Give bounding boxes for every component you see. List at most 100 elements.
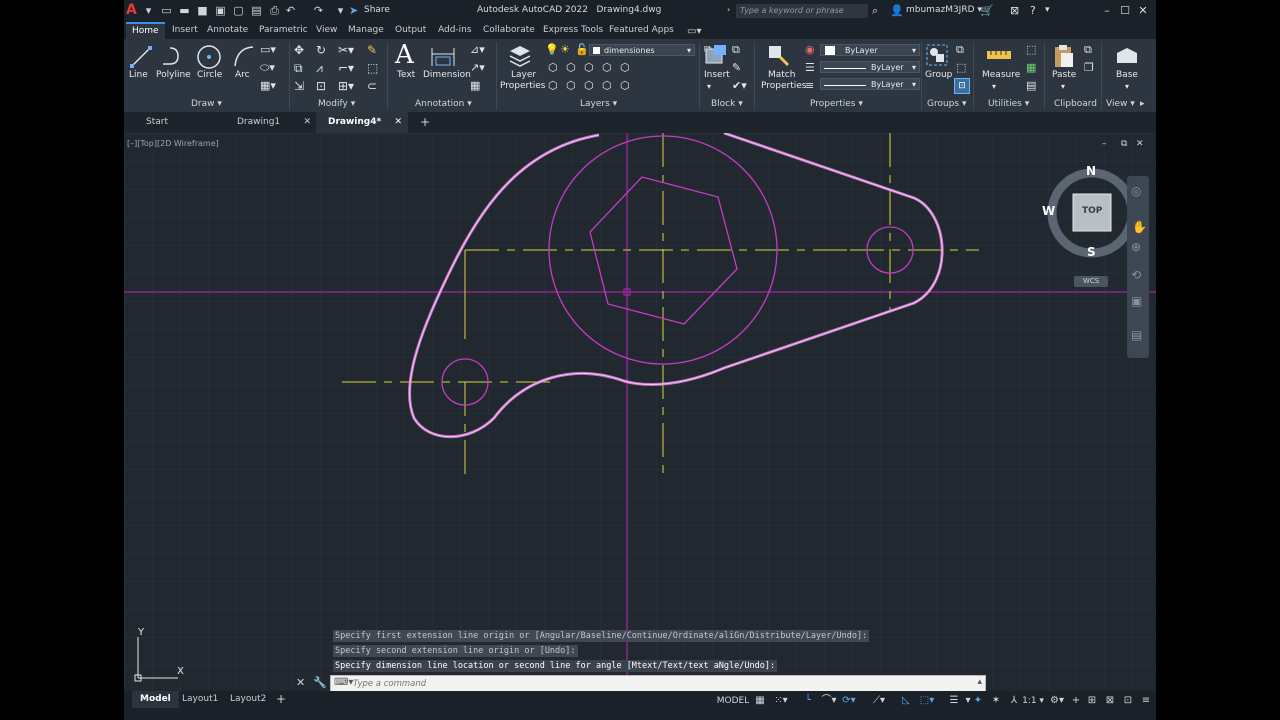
mirror-icon[interactable]: ⩘ [316,61,323,76]
polyline-button[interactable]: Polyline [156,70,191,80]
close-icon[interactable]: ✕ [1135,3,1151,19]
scale-icon[interactable]: ⊡ [316,79,326,93]
color-wheel-icon[interactable]: ◉ [805,43,815,56]
tab-express-tools[interactable]: Express Tools [537,22,609,39]
undo-icon[interactable]: ↶ [284,4,297,17]
file-tab-drawing1[interactable]: Drawing1 ✕ [225,112,317,133]
measure-button[interactable]: Measure [982,70,1020,80]
search-icon[interactable]: ⌕ [872,4,878,18]
cart-icon[interactable]: 🛒 [980,4,994,17]
tab-output[interactable]: Output [389,22,432,39]
quick-properties-icon[interactable]: ⊠ [1102,693,1118,709]
stretch-icon[interactable]: ⇲ [294,79,304,93]
help-chevron-icon[interactable]: ▾ [1045,5,1050,15]
workspace-gear-icon[interactable]: ⚙▾ [1046,693,1068,709]
object-snap-icon[interactable]: ◺ [898,693,914,709]
selection-cycling-icon[interactable]: ⬚▾ [916,693,938,709]
ortho-icon[interactable]: └ [800,693,816,709]
command-close-icon[interactable]: ✕ [296,676,305,689]
wcs-menu[interactable]: WCS [1074,276,1108,287]
layer-tool-9-icon[interactable]: ⬡ [602,79,612,92]
redo-icon[interactable]: ↷ [312,4,325,17]
utilities-panel-label[interactable]: Utilities ▾ [988,98,1029,110]
annotation-panel-label[interactable]: Annotation ▾ [415,98,472,110]
group-edit-icon[interactable]: ⬚ [956,61,966,74]
cut-icon[interactable]: ⧉ [1084,43,1092,57]
save-icon[interactable]: ■ [196,4,209,17]
navbar-options-icon[interactable]: ▤ [1131,328,1142,342]
autocad-logo-icon[interactable]: A [126,2,140,19]
search-input[interactable]: Type a keyword or phrase [736,4,868,18]
linetype-dropdown[interactable]: ByLayer ▾ [820,61,920,73]
annotation-scale-value[interactable]: 1:1 ▾ [1020,693,1046,709]
status-menu-icon[interactable]: ≡ [1138,693,1154,709]
a360-icon[interactable]: ⊠ [1010,4,1019,17]
arc-button[interactable]: Arc [235,70,250,80]
quick-select-icon[interactable]: ⬚ [1026,43,1036,56]
layer-properties-label-1[interactable]: Layer [511,70,536,80]
tab-insert[interactable]: Insert [166,22,204,39]
copy-clip-icon[interactable]: ❐ [1084,61,1094,74]
multileader-icon[interactable]: ↗▾ [470,61,485,74]
offset-icon[interactable]: ⊂ [367,79,377,93]
compass-west[interactable]: W [1042,204,1055,218]
rectangle-icon[interactable]: ▭▾ [260,43,276,56]
ribbon-minimize-icon[interactable]: ▭▾ [687,26,701,37]
layer-dropdown[interactable]: dimensiones ▾ [589,44,695,56]
layout-tab-model[interactable]: Model [132,691,179,708]
line-button[interactable]: Line [129,70,148,80]
measure-chevron-icon[interactable]: ▾ [992,82,996,91]
group-select-icon[interactable]: ⊡ [954,78,970,94]
tab-collaborate[interactable]: Collaborate [477,22,541,39]
model-space-toggle[interactable]: MODEL [716,693,750,709]
osnap-tracking-icon[interactable]: ⟳▾ [838,693,860,709]
layer-on-icon[interactable]: 💡 [545,43,559,56]
layer-properties-label-2[interactable]: Properties [500,81,545,91]
trim-icon[interactable]: ✂▾ [338,43,354,57]
zoom-extents-icon[interactable]: ⊕ [1131,240,1141,254]
layer-unlock-icon[interactable]: 🔓 [575,43,589,56]
layer-tool-10-icon[interactable]: ⬡ [620,79,630,92]
autoscale-icon[interactable]: ✶ [988,693,1004,709]
properties-panel-label[interactable]: Properties ▾ [810,98,863,110]
tab-parametric[interactable]: Parametric [253,22,314,39]
viewcube-top-face[interactable]: TOP [1082,206,1102,216]
annotation-visibility-icon[interactable]: ✦ [970,693,986,709]
clipboard-panel-label[interactable]: Clipboard [1054,98,1097,110]
command-input[interactable] [353,677,953,690]
erase-icon[interactable]: ✎ [367,43,377,57]
viewport-close-icon[interactable]: ✕ [1136,139,1144,149]
circle-button[interactable]: Circle [197,70,222,80]
pan-icon[interactable]: ✋ [1132,220,1147,234]
color-dropdown[interactable]: ByLayer ▾ [820,44,920,56]
new-tab-icon[interactable]: + [420,115,430,129]
viewport-controls[interactable]: [–][Top][2D Wireframe] [127,139,219,148]
compass-north[interactable]: N [1086,164,1096,178]
layer-tool-1-icon[interactable]: ⬡ [548,61,558,74]
draw-panel-label[interactable]: Draw ▾ [191,98,222,110]
tab-view[interactable]: View [310,22,343,39]
explode-icon[interactable]: ⬚ [367,61,378,75]
group-button[interactable]: Group [925,70,952,80]
edit-attributes-icon[interactable]: ✔▾ [732,79,747,92]
layer-thaw-icon[interactable]: ☀ [560,43,570,56]
block-panel-label[interactable]: Block ▾ [711,98,743,110]
insert-chevron-icon[interactable]: ▾ [707,82,711,91]
layer-tool-8-icon[interactable]: ⬡ [584,79,594,92]
command-prompt-icon[interactable]: ⌨▾ [334,677,353,688]
base-chevron-icon[interactable]: ▾ [1125,82,1129,91]
create-block-icon[interactable]: ⧉ [732,43,740,57]
array-icon[interactable]: ⊞▾ [338,79,354,93]
app-menu-chevron-icon[interactable]: ▾ [142,4,155,17]
add-layout-icon[interactable]: + [276,692,286,706]
tab-home[interactable]: Home [126,22,165,39]
showmotion-icon[interactable]: ▣ [1131,294,1142,308]
calculator-icon[interactable]: ▦ [1026,61,1036,74]
plot-icon[interactable]: ▤ [250,4,263,17]
tab-featured-apps[interactable]: Featured Apps [603,22,680,39]
text-button[interactable]: Text [397,70,415,80]
layer-tool-7-icon[interactable]: ⬡ [566,79,576,92]
move-icon[interactable]: ✥ [294,43,304,57]
minimize-icon[interactable]: – [1099,3,1115,19]
base-button[interactable]: Base [1116,70,1138,80]
